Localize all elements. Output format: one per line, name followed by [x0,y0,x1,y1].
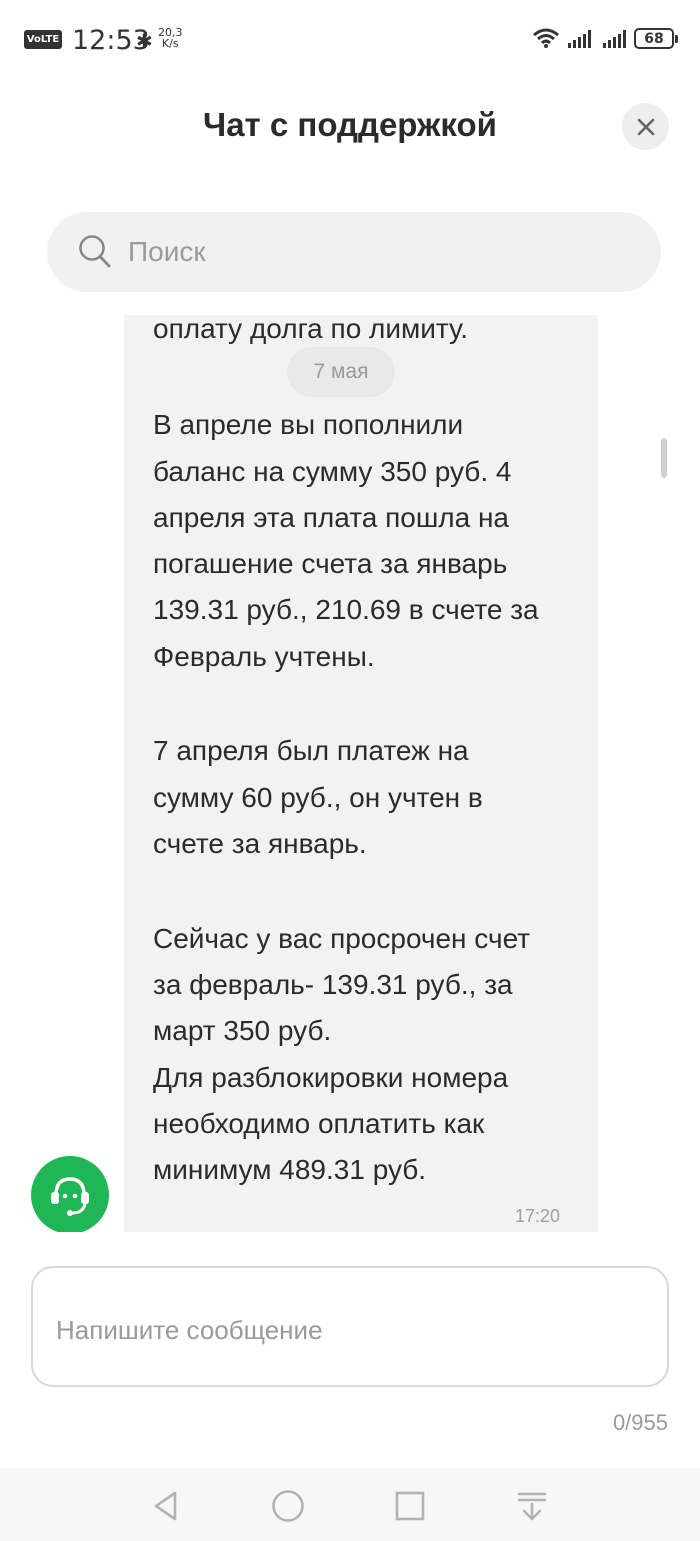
message-line: сумму 60 руб., он учтен в [153,782,483,813]
search-input[interactable] [128,230,608,274]
date-chip: 7 мая [287,347,395,397]
message-line: необходимо оплатить как [153,1108,485,1139]
message-line: 139.31 руб., 210.69 в счете за [153,594,539,625]
message-line: В апреле вы пополнили [153,409,464,440]
message-time: 17:20 [515,1206,561,1226]
character-counter: 0/955 [612,1410,668,1435]
volte-badge: VoLTE [24,30,62,49]
notifications-pull-button[interactable] [510,1484,554,1528]
back-icon [154,1491,177,1521]
message-line: март 350 руб. [153,1015,332,1046]
network-speed: 20,3 K/s [158,27,183,49]
status-bar: VoLTE 12:53 ✱ 20,3 K/s 68 [0,0,700,78]
recents-button[interactable] [388,1484,432,1528]
message-line: оплату долга по лимиту. [153,313,469,344]
recents-icon [395,1491,425,1521]
home-button[interactable] [266,1484,310,1528]
signal-icon [603,30,626,48]
system-nav-bar [0,1468,700,1541]
scrollbar[interactable] [661,438,667,478]
home-icon [272,1490,304,1522]
message-line: баланс на сумму 350 руб. 4 [153,456,512,487]
back-button[interactable] [144,1484,188,1528]
search-icon [79,235,111,268]
wifi-icon [533,28,559,48]
message-line: счете за январь. [153,828,367,859]
chat-area[interactable]: оплату долга по лимиту. 7 мая В апреле в… [0,310,700,1232]
message-input[interactable] [56,1308,636,1352]
message-bubble [124,315,598,1232]
notifications-pull-icon [517,1492,547,1521]
message-line: Февраль учтены. [153,641,375,672]
support-agent-icon [51,1177,89,1216]
message-line: минимум 489.31 руб. [153,1154,427,1185]
message-line: погашение счета за январь [153,548,508,579]
close-button[interactable] [622,103,669,150]
message-line: за февраль- 139.31 руб., за [153,969,513,1000]
battery-icon: 68 [634,28,678,49]
page-title: Чат с поддержкой [203,106,497,143]
message-line: Для разблокировки номера [153,1062,509,1093]
signal-icon [568,30,591,48]
close-icon [637,118,654,135]
message-line: Сейчас у вас просрочен счет [153,923,531,954]
bluetooth-icon: ✱ [136,29,153,53]
message-line: 7 апреля был платеж на [153,735,469,766]
network-speed-unit: K/s [161,37,179,50]
message-line: апреля эта плата пошла на [153,502,510,533]
support-avatar [31,1156,109,1232]
